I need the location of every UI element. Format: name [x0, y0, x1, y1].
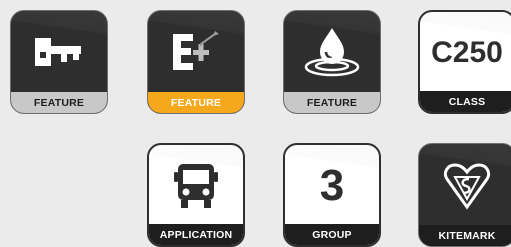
tile-label: FEATURE: [284, 92, 380, 113]
kitemark-tile: KITEMARK: [418, 143, 511, 247]
tile-label: FEATURE: [148, 92, 244, 113]
electric-plus-icon: [173, 31, 219, 70]
tile-label: FEATURE: [11, 92, 107, 113]
feature-electric-tile: FEATURE: [147, 10, 245, 114]
class-tile: C250 CLASS: [418, 10, 511, 114]
tile-label: KITEMARK: [419, 225, 511, 246]
tile-label: GROUP: [285, 224, 379, 245]
application-tile: APPLICATION: [147, 143, 245, 247]
tile-label: CLASS: [420, 91, 511, 112]
group-value: 3: [319, 161, 345, 210]
kitemark-icon: [443, 163, 491, 210]
tile-label: APPLICATION: [149, 224, 243, 245]
key-icon: [35, 38, 81, 66]
bus-icon: [174, 164, 218, 208]
group-tile: 3 GROUP: [283, 143, 381, 247]
class-value: C250: [431, 36, 503, 69]
water-drop-icon: [304, 28, 360, 77]
feature-key-tile: FEATURE: [10, 10, 108, 114]
feature-water-tile: FEATURE: [283, 10, 381, 114]
